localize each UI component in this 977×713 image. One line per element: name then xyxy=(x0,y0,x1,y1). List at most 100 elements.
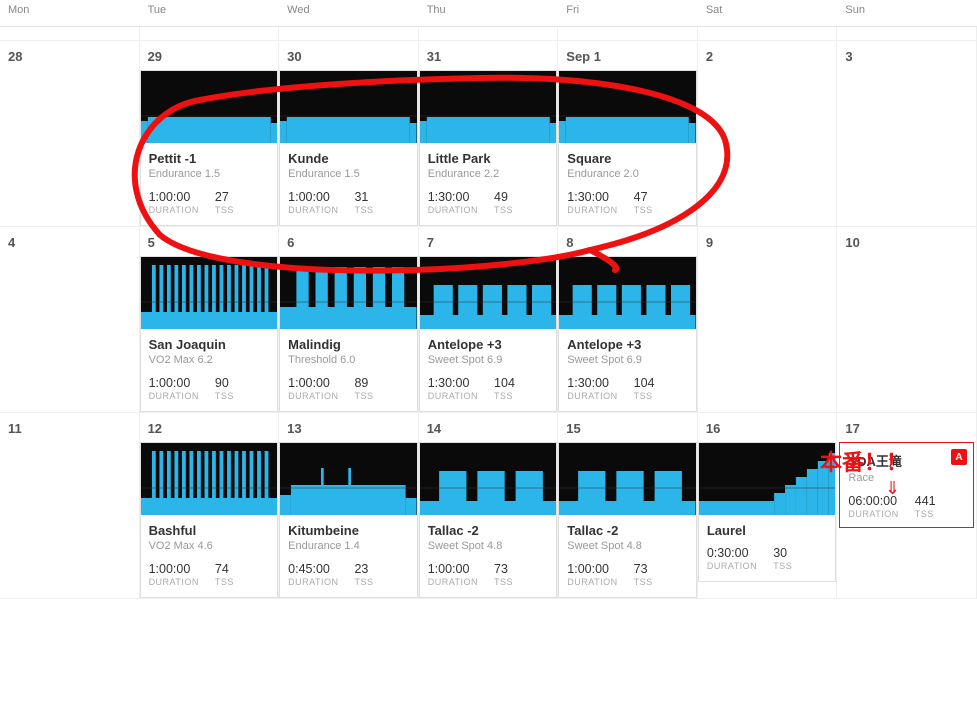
day-number: 3 xyxy=(837,41,976,70)
workout-card[interactable]: Malindig Threshold 6.0 1:00:00 DURATION … xyxy=(279,256,418,412)
day-cell[interactable]: 29 Pettit -1 Endurance 1.5 1:00:00 DURAT… xyxy=(140,41,280,227)
day-cell[interactable]: 30 Kunde Endurance 1.5 1:00:00 DURATION xyxy=(279,41,419,227)
workout-chart xyxy=(420,257,557,329)
workout-duration: 1:00:00 xyxy=(149,376,199,390)
day-cell[interactable]: 10 xyxy=(837,227,977,413)
tss-label: TSS xyxy=(215,205,234,215)
workout-tss: 104 xyxy=(494,376,515,390)
day-cell[interactable]: 3 xyxy=(837,41,977,227)
day-number: 13 xyxy=(279,413,418,442)
day-cell[interactable]: 6 Malindig Threshold 6.0 1:00:00 DURATIO… xyxy=(279,227,419,413)
race-type: Race xyxy=(848,472,965,484)
day-header: Mon xyxy=(0,0,140,27)
workout-subtype: Sweet Spot 6.9 xyxy=(428,354,549,366)
day-number: 2 xyxy=(698,41,837,70)
day-cell[interactable]: 11 xyxy=(0,413,140,599)
workout-chart xyxy=(280,257,417,329)
day-cell[interactable]: 16 Laurel 0:30:00 DURATION xyxy=(698,413,838,599)
duration-label: DURATION xyxy=(149,577,199,587)
workout-chart xyxy=(280,71,417,143)
workout-duration: 1:30:00 xyxy=(428,190,478,204)
workout-chart xyxy=(280,443,417,515)
workout-card[interactable]: San Joaquin VO2 Max 6.2 1:00:00 DURATION… xyxy=(140,256,279,412)
tss-label: TSS xyxy=(354,205,373,215)
duration-label: DURATION xyxy=(288,391,338,401)
workout-name: Kitumbeine xyxy=(288,523,409,538)
day-cell[interactable]: 4 xyxy=(0,227,140,413)
workout-subtype: VO2 Max 6.2 xyxy=(149,354,270,366)
workout-card[interactable]: Antelope +3 Sweet Spot 6.9 1:30:00 DURAT… xyxy=(558,256,697,412)
tss-label: TSS xyxy=(215,577,234,587)
day-number: 8 xyxy=(558,227,697,256)
day-number: 17 xyxy=(837,413,976,442)
day-cell[interactable]: 13 Kitumbeine Endurance 1.4 0:45:00 DURA… xyxy=(279,413,419,599)
duration-label: DURATION xyxy=(149,205,199,215)
day-cell[interactable]: 28 xyxy=(0,41,140,227)
workout-subtype: Endurance 2.2 xyxy=(428,168,549,180)
spacer-cell xyxy=(0,27,140,41)
day-number: 15 xyxy=(558,413,697,442)
workout-name: Laurel xyxy=(707,523,828,538)
workout-card[interactable]: Pettit -1 Endurance 1.5 1:00:00 DURATION… xyxy=(140,70,279,226)
workout-chart xyxy=(559,71,696,143)
workout-card[interactable]: Kitumbeine Endurance 1.4 0:45:00 DURATIO… xyxy=(279,442,418,598)
workout-duration: 1:30:00 xyxy=(567,376,617,390)
workout-name: Antelope +3 xyxy=(567,337,688,352)
duration-label: DURATION xyxy=(567,391,617,401)
workout-chart xyxy=(141,257,278,329)
workout-name: San Joaquin xyxy=(149,337,270,352)
tss-label: TSS xyxy=(354,577,373,587)
day-cell[interactable]: 9 xyxy=(698,227,838,413)
workout-subtype: VO2 Max 4.6 xyxy=(149,540,270,552)
workout-card[interactable]: Square Endurance 2.0 1:30:00 DURATION 47… xyxy=(558,70,697,226)
day-number: 12 xyxy=(140,413,279,442)
workout-tss: 31 xyxy=(354,190,373,204)
workout-tss: 23 xyxy=(354,562,373,576)
day-cell[interactable]: 5 San Joaquin VO2 Max 6.2 1:00:00 DURATI… xyxy=(140,227,280,413)
day-number: 11 xyxy=(0,413,139,442)
day-cell[interactable]: 8 Antelope +3 Sweet Spot 6.9 1:30:00 DUR… xyxy=(558,227,698,413)
day-cell[interactable]: 15 Tallac -2 Sweet Spot 4.8 1:00:00 DURA… xyxy=(558,413,698,599)
workout-duration: 1:00:00 xyxy=(149,190,199,204)
day-cell[interactable]: 12 Bashful VO2 Max 4.6 1:00:00 DURATION … xyxy=(140,413,280,599)
tss-label: TSS xyxy=(915,509,936,519)
day-cell[interactable]: 14 Tallac -2 Sweet Spot 4.8 1:00:00 DURA… xyxy=(419,413,559,599)
tss-label: TSS xyxy=(494,391,515,401)
workout-card[interactable]: Laurel 0:30:00 DURATION 30 TSS xyxy=(698,442,837,582)
day-cell[interactable]: 7 Antelope +3 Sweet Spot 6.9 1:30:00 DUR… xyxy=(419,227,559,413)
duration-label: DURATION xyxy=(288,205,338,215)
race-card[interactable]: A SDA王滝 Race 06:00:00 DURATION 441 TSS xyxy=(839,442,974,528)
tss-label: TSS xyxy=(215,391,234,401)
day-cell[interactable]: 2 xyxy=(698,41,838,227)
workout-tss: 74 xyxy=(215,562,234,576)
day-cell[interactable]: 17 A SDA王滝 Race 06:00:00 DURATION 441 TS… xyxy=(837,413,977,599)
spacer-cell xyxy=(419,27,559,41)
workout-card[interactable]: Kunde Endurance 1.5 1:00:00 DURATION 31 … xyxy=(279,70,418,226)
duration-label: DURATION xyxy=(428,391,478,401)
workout-card[interactable]: Tallac -2 Sweet Spot 4.8 1:00:00 DURATIO… xyxy=(419,442,558,598)
workout-duration: 0:30:00 xyxy=(707,546,757,560)
day-header: Thu xyxy=(419,0,559,27)
workout-tss: 90 xyxy=(215,376,234,390)
spacer-cell xyxy=(837,27,977,41)
workout-name: Tallac -2 xyxy=(567,523,688,538)
tss-label: TSS xyxy=(634,205,653,215)
workout-tss: 49 xyxy=(494,190,513,204)
day-cell[interactable]: Sep 1 Square Endurance 2.0 1:30:00 DURAT… xyxy=(558,41,698,227)
day-number: 10 xyxy=(837,227,976,256)
day-cell[interactable]: 31 Little Park Endurance 2.2 1:30:00 DUR… xyxy=(419,41,559,227)
day-number: 6 xyxy=(279,227,418,256)
workout-card[interactable]: Antelope +3 Sweet Spot 6.9 1:30:00 DURAT… xyxy=(419,256,558,412)
race-priority-badge: A xyxy=(951,449,967,465)
workout-duration: 1:30:00 xyxy=(567,190,617,204)
race-name: SDA王滝 xyxy=(848,451,965,470)
day-header: Wed xyxy=(279,0,419,27)
day-number: Sep 1 xyxy=(558,41,697,70)
workout-card[interactable]: Tallac -2 Sweet Spot 4.8 1:00:00 DURATIO… xyxy=(558,442,697,598)
workout-card[interactable]: Bashful VO2 Max 4.6 1:00:00 DURATION 74 … xyxy=(140,442,279,598)
race-duration: 06:00:00 xyxy=(848,494,898,508)
workout-card[interactable]: Little Park Endurance 2.2 1:30:00 DURATI… xyxy=(419,70,558,226)
tss-label: TSS xyxy=(634,391,655,401)
workout-duration: 1:00:00 xyxy=(149,562,199,576)
workout-name: Pettit -1 xyxy=(149,151,270,166)
